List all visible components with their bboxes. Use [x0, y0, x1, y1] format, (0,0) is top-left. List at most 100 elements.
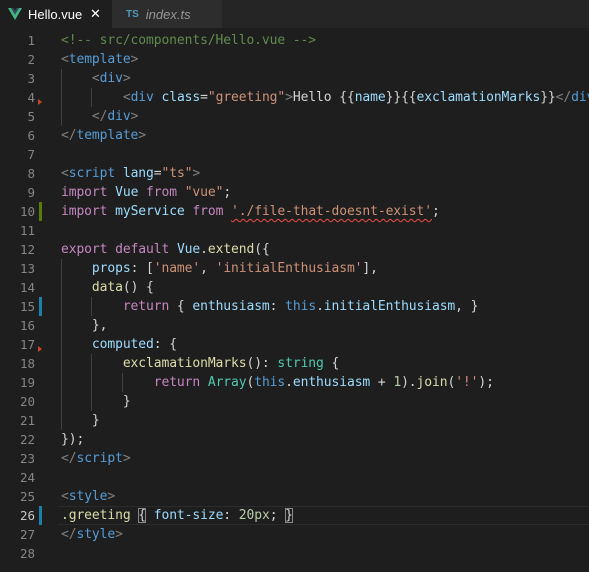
code-text: <div>	[61, 69, 131, 88]
code-token: ,	[200, 261, 216, 276]
code-token: './file-that-doesnt-exist'	[231, 204, 432, 219]
code-text: }	[61, 392, 131, 411]
code-token: computed	[91, 337, 154, 352]
code-token: style	[76, 527, 116, 542]
code-token: font-size	[153, 508, 224, 523]
code-text: </style>	[61, 525, 123, 544]
code-token: </	[91, 109, 108, 124]
code-token: }	[285, 508, 293, 523]
vue-logo-icon	[8, 8, 22, 20]
line-number: 16	[19, 318, 35, 333]
code-text: });	[61, 430, 84, 449]
code-line[interactable]: 6 </template>	[0, 126, 589, 145]
code-text: export default Vue.extend({	[61, 240, 270, 259]
code-token: Vue	[176, 242, 201, 257]
code-token: <	[122, 90, 131, 105]
code-token: from	[146, 185, 177, 200]
code-line[interactable]: 27 </style>	[0, 525, 589, 544]
code-editor[interactable]: 1 <!-- src/components/Hello.vue --> 2 <temp…	[0, 28, 589, 572]
gutter-change-indicator[interactable]	[39, 506, 42, 525]
code-token: props	[91, 261, 131, 276]
code-line[interactable]: 18 exclamationMarks(): string {	[0, 354, 589, 373]
code-line[interactable]: 7	[0, 145, 589, 164]
code-token: {	[169, 299, 193, 314]
code-token: {	[323, 356, 340, 371]
code-text: props: ['name', 'initialEnthusiasm'],	[61, 259, 378, 278]
line-number: 6	[27, 128, 35, 143]
code-line[interactable]: 25 <style>	[0, 487, 589, 506]
code-line[interactable]: 5 </div>	[0, 107, 589, 126]
tab-index-ts[interactable]: TS index.ts	[112, 0, 222, 28]
code-token: },	[61, 318, 108, 333]
tab-bar: Hello.vue ✕ TS index.ts	[0, 0, 589, 28]
code-token: +	[370, 375, 394, 390]
code-line[interactable]: 19 return Array(this.enthusiasm + 1).joi…	[0, 373, 589, 392]
code-line[interactable]: 22});	[0, 430, 589, 449]
code-token: ;	[223, 185, 232, 200]
code-line[interactable]: 28	[0, 544, 589, 563]
code-line[interactable]: 10 import myService from './file-that-doe…	[0, 202, 589, 221]
code-token: =	[200, 90, 208, 105]
code-token: .	[285, 375, 293, 390]
code-line[interactable]: 2 <template>	[0, 50, 589, 69]
code-token: join	[416, 375, 448, 390]
code-text: }	[61, 411, 100, 430]
code-token: </	[555, 90, 572, 105]
code-token: {	[138, 508, 147, 523]
code-line[interactable]: 17 computed: {	[0, 335, 589, 354]
line-number: 10	[19, 204, 35, 219]
code-text: import Vue from "vue";	[61, 183, 231, 202]
code-token: 1	[393, 375, 402, 390]
code-line[interactable]: 23 </script>	[0, 449, 589, 468]
code-text: return { enthusiasm: this.initialEnthusi…	[61, 297, 479, 316]
code-line[interactable]: 15 return { enthusiasm: this.initialEnth…	[0, 297, 589, 316]
tab-title: Hello.vue	[28, 6, 83, 22]
line-number: 23	[19, 451, 35, 466]
code-line[interactable]: 4 <div class="greeting">Hello {{name}}{{…	[0, 88, 589, 107]
code-line[interactable]: 14 data() {	[0, 278, 589, 297]
line-number: 9	[27, 185, 35, 200]
code-line[interactable]: 9 import Vue from "vue";	[0, 183, 589, 202]
line-number: 22	[19, 432, 35, 447]
code-token: 'name'	[153, 261, 201, 276]
code-token: });	[61, 432, 85, 447]
code-line[interactable]: 21 }	[0, 411, 589, 430]
code-line[interactable]: 3 <div>	[0, 69, 589, 88]
code-token: .greeting	[61, 508, 131, 523]
code-token: initialEnthusiasm	[323, 299, 456, 314]
code-line[interactable]: 20 }	[0, 392, 589, 411]
gutter-change-indicator[interactable]	[39, 202, 42, 221]
code-text: <!-- src/components/Hello.vue -->	[61, 31, 316, 50]
code-line[interactable]: 16 },	[0, 316, 589, 335]
code-token: , }	[455, 299, 479, 314]
code-line[interactable]: 1 <!-- src/components/Hello.vue -->	[0, 31, 589, 50]
code-token: return	[122, 299, 170, 314]
code-line[interactable]: 26 .greeting { font-size: 20px; }	[0, 506, 589, 525]
code-line[interactable]: 11	[0, 221, 589, 240]
code-token: style	[68, 489, 108, 504]
gutter-change-indicator[interactable]	[39, 297, 42, 316]
code-token: >	[285, 90, 293, 105]
code-token: ({	[254, 242, 270, 257]
code-line[interactable]: 24	[0, 468, 589, 487]
line-number: 3	[27, 71, 35, 86]
close-icon[interactable]: ✕	[90, 6, 101, 22]
tab-hello-vue[interactable]: Hello.vue ✕	[0, 0, 112, 28]
code-token: <	[91, 71, 100, 86]
code-line[interactable]: 12 export default Vue.extend({	[0, 240, 589, 259]
code-text: <script lang="ts">	[61, 164, 200, 183]
code-token: ;	[269, 508, 286, 523]
code-line[interactable]: 13 props: ['name', 'initialEnthusiasm'],	[0, 259, 589, 278]
code-token: }	[61, 413, 100, 428]
code-token: }	[61, 394, 131, 409]
code-token: div	[130, 90, 154, 105]
code-line[interactable]: 8 <script lang="ts">	[0, 164, 589, 183]
line-number: 1	[27, 33, 35, 48]
